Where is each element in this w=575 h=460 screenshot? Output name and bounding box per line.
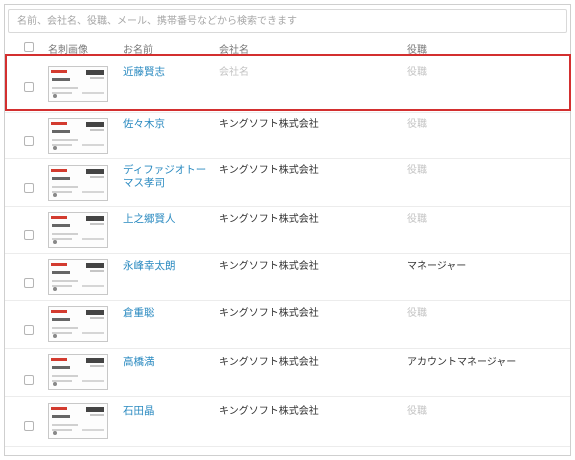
table-row[interactable]: 石田晶 キングソフト株式会社 役職 (5, 397, 570, 447)
business-card-thumbnail[interactable] (48, 118, 108, 154)
contact-name-link[interactable]: 倉重聡 (123, 307, 213, 320)
table-row[interactable]: 倉重聡 キングソフト株式会社 役職 (5, 301, 570, 349)
contact-list-panel: 名刺画像 お名前 会社名 役職 近藤賢志 会社名 役職 佐々木京 キングソフト株… (4, 4, 571, 456)
company-cell: キングソフト株式会社 (219, 261, 319, 272)
row-checkbox[interactable] (24, 230, 34, 240)
row-checkbox[interactable] (24, 136, 34, 146)
title-cell: マネージャー (407, 261, 467, 272)
company-cell: キングソフト株式会社 (219, 406, 319, 417)
title-cell: 役職 (407, 119, 427, 130)
search-input[interactable] (8, 9, 567, 33)
list-header: 名刺画像 お名前 会社名 役職 (5, 39, 570, 56)
title-cell: 役職 (407, 67, 427, 78)
row-checkbox[interactable] (24, 183, 34, 193)
row-checkbox[interactable] (24, 375, 34, 385)
contact-name-link[interactable]: ディファジオトーマス孝司 (123, 164, 213, 190)
row-checkbox[interactable] (24, 82, 34, 92)
select-all-checkbox[interactable] (24, 42, 34, 52)
company-cell: キングソフト株式会社 (219, 214, 319, 225)
contact-name-link[interactable]: 石田晶 (123, 405, 213, 418)
title-cell: 役職 (407, 308, 427, 319)
company-cell: 会社名 (219, 67, 249, 78)
row-checkbox[interactable] (24, 278, 34, 288)
table-row[interactable]: ディファジオトーマス孝司 キングソフト株式会社 役職 (5, 159, 570, 207)
business-card-thumbnail[interactable] (48, 403, 108, 439)
business-card-thumbnail[interactable] (48, 212, 108, 248)
column-card-image[interactable]: 名刺画像 (48, 41, 88, 56)
business-card-thumbnail[interactable] (48, 259, 108, 295)
table-row[interactable]: 高橋満 キングソフト株式会社 アカウントマネージャー (5, 349, 570, 397)
company-cell: キングソフト株式会社 (219, 165, 319, 176)
row-checkbox[interactable] (24, 421, 34, 431)
contact-name-link[interactable]: 上之郷賢人 (123, 213, 213, 226)
company-cell: キングソフト株式会社 (219, 308, 319, 319)
row-checkbox[interactable] (24, 325, 34, 335)
contact-name-link[interactable]: 高橋満 (123, 356, 213, 369)
table-row[interactable]: 佐々木京 キングソフト株式会社 役職 (5, 113, 570, 159)
business-card-thumbnail[interactable] (48, 354, 108, 390)
business-card-thumbnail[interactable] (48, 165, 108, 201)
contact-name-link[interactable]: 近藤賢志 (123, 66, 213, 79)
table-row[interactable]: 上之郷賢人 キングソフト株式会社 役職 (5, 207, 570, 254)
table-row[interactable]: 永峰幸太朗 キングソフト株式会社 マネージャー (5, 254, 570, 301)
title-cell: アカウントマネージャー (407, 357, 517, 368)
company-cell: キングソフト株式会社 (219, 357, 319, 368)
title-cell: 役職 (407, 165, 427, 176)
column-name[interactable]: お名前 (123, 41, 153, 56)
title-cell: 役職 (407, 214, 427, 225)
business-card-thumbnail[interactable] (48, 66, 108, 102)
contact-name-link[interactable]: 佐々木京 (123, 118, 213, 131)
company-cell: キングソフト株式会社 (219, 119, 319, 130)
column-company[interactable]: 会社名 (219, 41, 249, 56)
contact-name-link[interactable]: 永峰幸太朗 (123, 260, 213, 273)
title-cell: 役職 (407, 406, 427, 417)
column-title[interactable]: 役職 (407, 41, 427, 56)
business-card-thumbnail[interactable] (48, 306, 108, 342)
table-row[interactable]: 近藤賢志 会社名 役職 (5, 56, 570, 113)
